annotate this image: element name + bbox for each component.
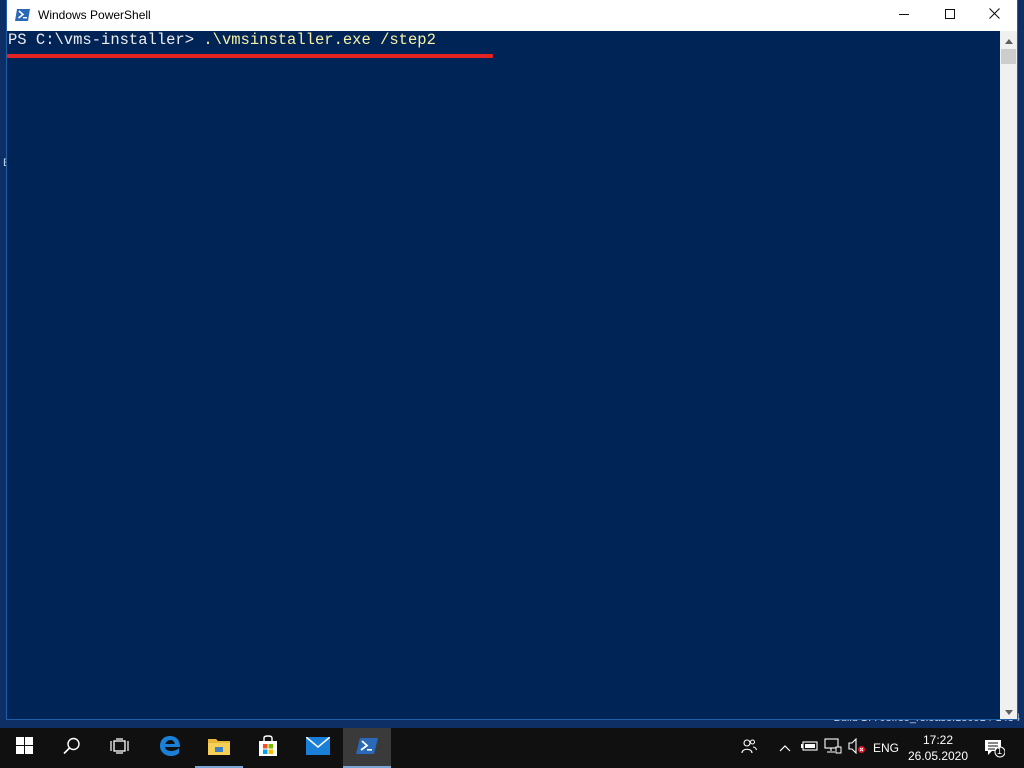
- tray-network[interactable]: [822, 728, 844, 768]
- tray-clock[interactable]: 17:22 26.05.2020: [906, 732, 970, 764]
- scroll-down-arrow-icon: [1004, 702, 1013, 720]
- search-icon: [63, 737, 81, 760]
- taskbar-mail[interactable]: [294, 728, 342, 768]
- maximize-icon: [945, 6, 955, 24]
- command-text: .\vmsinstaller.exe /step2: [203, 31, 436, 49]
- start-button[interactable]: [0, 728, 48, 768]
- taskbar-store[interactable]: [244, 728, 292, 768]
- clock-date: 26.05.2020: [907, 749, 969, 763]
- tray-notifications[interactable]: 1: [978, 728, 1010, 768]
- scroll-up-button[interactable]: [1000, 31, 1017, 48]
- command-line: PS C:\vms-installer> .\vmsinstaller.exe …: [8, 31, 436, 49]
- task-view-icon: [110, 737, 130, 759]
- mail-icon: [305, 735, 331, 760]
- notifications-icon: 1: [983, 738, 1006, 758]
- store-icon: [257, 734, 279, 762]
- taskbar: ENG 17:22 26.05.2020 1: [0, 728, 1024, 768]
- console-output[interactable]: PS C:\vms-installer> .\vmsinstaller.exe …: [7, 31, 1000, 719]
- notifications-count: 1: [997, 746, 1003, 756]
- taskbar-file-explorer[interactable]: [195, 728, 243, 768]
- red-highlight-underline: [7, 54, 493, 58]
- folder-icon: [207, 736, 231, 761]
- tray-show-hidden-icons[interactable]: [776, 728, 794, 768]
- close-icon: [988, 6, 1000, 24]
- powershell-window[interactable]: Windows PowerShell PS C:\vms-installer> …: [6, 0, 1018, 720]
- search-button[interactable]: [48, 728, 96, 768]
- clock-time: 17:22: [922, 733, 954, 747]
- language-indicator: ENG: [872, 741, 899, 755]
- task-view-button[interactable]: [96, 728, 144, 768]
- window-title: Windows PowerShell: [38, 8, 151, 22]
- tray-battery[interactable]: [798, 728, 820, 768]
- volume-muted-icon: [848, 737, 866, 759]
- edge-icon: [159, 735, 181, 762]
- network-icon: [824, 737, 842, 759]
- minimize-icon: [899, 6, 909, 24]
- powershell-icon: [356, 737, 378, 760]
- tray-language[interactable]: ENG: [870, 728, 902, 768]
- vertical-scrollbar[interactable]: [1000, 31, 1017, 719]
- taskbar-edge[interactable]: [146, 728, 194, 768]
- windows-logo-icon: [15, 737, 33, 759]
- tray-volume[interactable]: [846, 728, 868, 768]
- taskbar-powershell[interactable]: [343, 728, 391, 768]
- close-button[interactable]: [971, 0, 1017, 30]
- scroll-thumb[interactable]: [1001, 49, 1016, 64]
- battery-icon: [800, 739, 818, 757]
- scroll-up-arrow-icon: [1004, 31, 1013, 49]
- prompt-text: PS C:\vms-installer>: [8, 31, 204, 49]
- minimize-button[interactable]: [881, 0, 927, 30]
- chevron-up-icon: [779, 739, 791, 757]
- maximize-button[interactable]: [927, 0, 973, 30]
- powershell-icon: [15, 7, 31, 23]
- window-titlebar[interactable]: Windows PowerShell: [7, 0, 1017, 31]
- people-icon: [741, 738, 757, 759]
- scroll-down-button[interactable]: [1000, 702, 1017, 719]
- tray-people[interactable]: [736, 728, 762, 768]
